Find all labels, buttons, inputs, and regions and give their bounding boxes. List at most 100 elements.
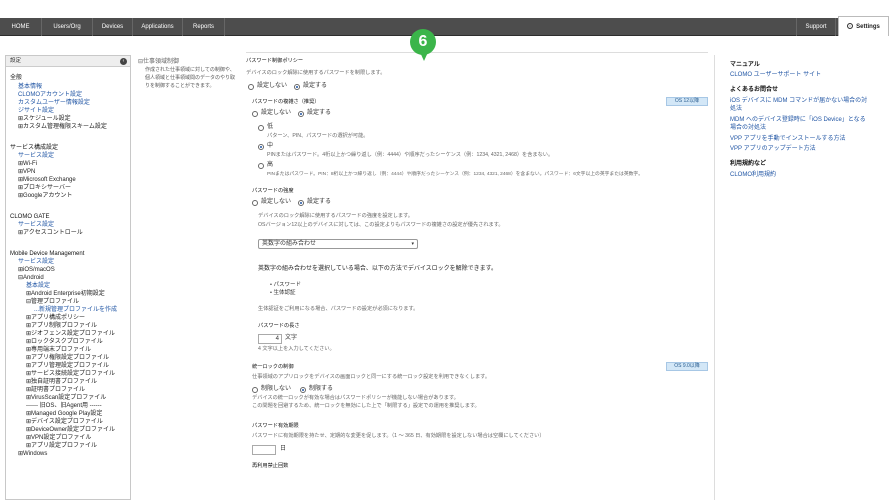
sidebar-item-vpn[interactable]: ⊞VPN — [18, 168, 35, 176]
terms-title: 利用規約など — [730, 161, 767, 167]
sidebar-item-device-settings[interactable]: ⊞デバイス設定プロファイル — [26, 418, 103, 426]
reuse-title: 再利用禁止回数 — [252, 463, 289, 469]
length-unit: 文字 — [285, 335, 298, 341]
settings-sidebar: 設定 ‹ 全般 基本情報 CLOMOアカウント設定 カスタムユーザー情報設定 ジ… — [5, 55, 131, 500]
faq-link-vpp-install[interactable]: VPP アプリを手動でインストールする方法 — [730, 136, 845, 143]
sidebar-item-service-conn[interactable]: ⊞サービス接続設定プロファイル — [26, 370, 115, 378]
complexity-high-desc: PINまたはパスワード。PIN：8桁以上かつ繰り返し（例：4444）や順序だった… — [267, 172, 644, 177]
sidebar-item-exchange[interactable]: ⊞Microsoft Exchange — [18, 176, 76, 184]
nav-settings-tab[interactable]: Settings — [838, 16, 889, 36]
sidebar-item-site[interactable]: ジサイト設定 — [18, 107, 54, 115]
step-marker: 6 — [410, 29, 436, 55]
faq-link-mdm-command-cont[interactable]: 処法 — [730, 106, 742, 113]
sidebar-item-schedule[interactable]: ⊞スケジュール設定 — [18, 115, 71, 123]
nav-users-org[interactable]: Users/Org — [42, 18, 93, 36]
sidebar-item-own-cert[interactable]: ⊞独自証明書プロファイル — [26, 378, 97, 386]
sidebar-item-clomo-account[interactable]: CLOMOアカウント設定 — [18, 91, 82, 99]
sidebar-item-app-manage[interactable]: ⊞アプリ管理設定プロファイル — [26, 362, 109, 370]
faq-link-ios-device-cont[interactable]: 場合の対処法 — [730, 125, 766, 132]
sidebar-title: 設定 — [10, 58, 22, 64]
sidebar-item-google-account[interactable]: ⊞Googleアカウント — [18, 192, 72, 200]
sidebar-item-device-owner[interactable]: ⊞DeviceOwner設定プロファイル — [26, 426, 115, 434]
complexity-mid-radio[interactable] — [258, 144, 264, 150]
sidebar-item-proxy[interactable]: ⊞プロキシサーバー — [18, 184, 71, 192]
bullet-password: • パスワード — [270, 282, 301, 288]
gear-icon — [847, 23, 854, 30]
section-title-row: ⊟仕事領域制御 — [138, 58, 242, 66]
sidebar-item-cert[interactable]: ⊞証明書プロファイル — [26, 386, 85, 394]
sidebar-item-virusscan[interactable]: ⊞VirusScan設定プロファイル — [26, 394, 106, 402]
sidebar-item-custom-user-info[interactable]: カスタムユーザー情報設定 — [18, 99, 90, 107]
bullet-biometric: • 生体認証 — [270, 290, 296, 296]
sidebar-item-basic-info[interactable]: 基本情報 — [18, 83, 42, 91]
sidebar-item-ae-initial[interactable]: ⊞Android Enterprise初期設定 — [26, 290, 105, 298]
complexity-low-radio[interactable] — [258, 125, 264, 131]
unified-lock-title: 統一ロックの制御 — [252, 364, 294, 370]
strength-select[interactable]: 英数字の組み合わせ ▾ — [258, 239, 418, 249]
sidebar-item-android-basic[interactable]: 基本設定 — [26, 282, 50, 290]
sidebar-item-android[interactable]: ⊟Android — [18, 274, 44, 282]
complexity-set-radio[interactable] — [298, 111, 304, 117]
sidebar-item-custom-admin[interactable]: ⊞カスタム管理権限スキーム設定 — [18, 123, 107, 131]
section-description-text: 作成された仕事領域に対しての制御や、 個人領域と仕事領域間のデータのやり取 りを… — [145, 67, 236, 89]
divider — [246, 52, 708, 53]
help-column: マニュアル CLOMO ユーザーサポート サイト よくあるお問合せ iOS デバ… — [714, 55, 889, 500]
nav-reports[interactable]: Reports — [183, 18, 225, 36]
policy-no-set-radio[interactable] — [248, 84, 254, 90]
expiry-input[interactable] — [252, 445, 276, 455]
sidebar-item-app-config[interactable]: ⊞アプリ構成ポリシー — [26, 314, 85, 322]
unified-lock-desc: 仕事領域のアプリロックをデバイスの画面ロックと同一にする統一ロック設定を利用でき… — [252, 374, 491, 380]
manual-link[interactable]: CLOMO ユーザーサポート サイト — [730, 72, 821, 79]
unified-restrict-radio[interactable] — [300, 387, 306, 393]
settings-label: Settings — [856, 24, 880, 30]
sidebar-item-gate-service[interactable]: サービス設定 — [18, 221, 54, 229]
sidebar-item-geofence[interactable]: ⊞ジオフェンス設定プロファイル — [26, 330, 115, 338]
nav-applications[interactable]: Applications — [133, 18, 183, 36]
complexity-no-set-label: 設定しない — [261, 110, 292, 116]
unified-note-2: この問題を回避するため、統一ロックを無効にした上で「制限する」設定での運用を推奨… — [252, 403, 480, 409]
manual-title: マニュアル — [730, 62, 760, 68]
unified-restrict-label: 制限する — [309, 386, 334, 392]
password-policy-title: パスワード制御ポリシー — [246, 58, 304, 64]
faq-link-vpp-update[interactable]: VPP アプリのアップデート方法 — [730, 146, 816, 153]
sidebar-item-vpn-profile[interactable]: ⊞VPN設定プロファイル — [26, 434, 91, 442]
nav-home[interactable]: HOME — [0, 18, 42, 36]
unified-no-restrict-radio[interactable] — [252, 387, 258, 393]
sidebar-item-mdm-service[interactable]: サービス設定 — [18, 258, 54, 266]
sidebar-item-dedicated[interactable]: ⊞専用端末プロファイル — [26, 346, 91, 354]
complexity-high-label: 高 — [267, 162, 274, 168]
sidebar-item-lock-task[interactable]: ⊞ロックタスクプロファイル — [26, 338, 103, 346]
sidebar-item-ios-macos[interactable]: ⊞iOS/macOS — [18, 266, 55, 274]
sidebar-item-windows[interactable]: ⊞Windows — [18, 450, 47, 458]
sidebar-item-app-settings[interactable]: ⊞アプリ設定プロファイル — [26, 442, 97, 450]
os12-badge: OS 12以降 — [666, 97, 708, 106]
complexity-set-label: 設定する — [307, 110, 332, 116]
strength-no-set-radio[interactable] — [252, 200, 258, 206]
combo-note: 英数字の組み合わせを選択している場合、以下の方法でデバイスロックを解除できます。 — [258, 266, 498, 272]
length-input[interactable]: 4 — [258, 334, 282, 344]
sidebar-item-app-restrict[interactable]: ⊞アプリ制限プロファイル — [26, 322, 97, 330]
policy-no-set-label: 設定しない — [257, 83, 288, 89]
policy-set-radio[interactable] — [294, 84, 300, 90]
sidebar-item-wifi[interactable]: ⊞Wi-Fi — [18, 160, 37, 168]
nav-devices[interactable]: Devices — [93, 18, 133, 36]
complexity-no-set-radio[interactable] — [252, 111, 258, 117]
expiry-desc: パスワードに有効期限を持たせ、定期的な変更を促します。（1 ～ 365 日、有効… — [252, 433, 545, 439]
strength-set-radio[interactable] — [298, 200, 304, 206]
complexity-high-radio[interactable] — [258, 163, 264, 169]
sidebar-item-managed-profile[interactable]: ⊟管理プロファイル — [26, 298, 79, 306]
sidebar-item-access-control[interactable]: ⊞アクセスコントロール — [18, 229, 83, 237]
length-note: 4 文字以上を入力してください。 — [258, 346, 335, 352]
faq-link-mdm-command[interactable]: iOS デバイスに MDM コマンドが届かない場合の対 — [730, 98, 867, 105]
complexity-mid-desc: PINまたはパスワード。4桁以上かつ繰り返し（例：4444）や順序だったシーケン… — [267, 152, 554, 158]
collapse-icon[interactable]: ‹ — [120, 58, 127, 65]
nav-support[interactable]: Support — [796, 18, 836, 36]
chevron-down-icon: ▾ — [411, 241, 414, 247]
terms-link[interactable]: CLOMO利用規約 — [730, 172, 776, 179]
sidebar-item-service-settings[interactable]: サービス設定 — [18, 152, 54, 160]
complexity-low-label: 低 — [267, 124, 274, 130]
sidebar-item-app-permission[interactable]: ⊞アプリ権限設定プロファイル — [26, 354, 109, 362]
sidebar-item-new-profile[interactable]: ...新規管理プロファイルを作成 — [34, 306, 117, 314]
faq-link-ios-device[interactable]: MDM へのデバイス登録時に「iOS Device」となる — [730, 117, 866, 124]
sidebar-item-managed-play[interactable]: ⊞Managed Google Play設定 — [26, 410, 102, 418]
